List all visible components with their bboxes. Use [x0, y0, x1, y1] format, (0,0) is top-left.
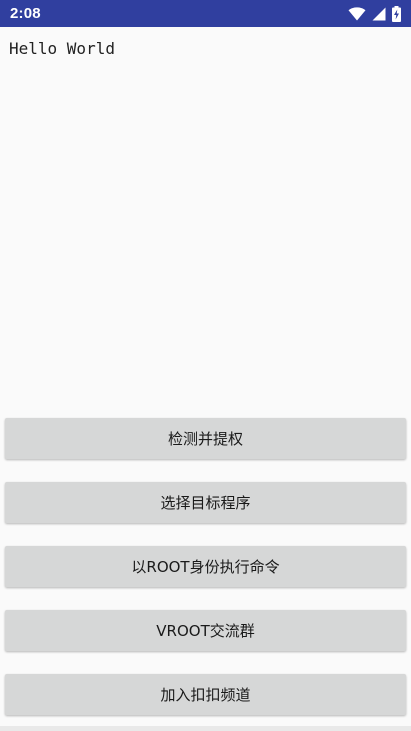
bottom-edge-divider: [0, 726, 411, 731]
main-content: Hello World 检测并提权 选择目标程序 以ROOT身份执行命令 VRO…: [0, 27, 411, 731]
status-time: 2:08: [10, 5, 41, 22]
hello-world-text: Hello World: [9, 39, 115, 58]
run-command-as-root-button[interactable]: 以ROOT身份执行命令: [5, 546, 406, 587]
select-target-app-button[interactable]: 选择目标程序: [5, 482, 406, 523]
detect-and-root-button[interactable]: 检测并提权: [5, 418, 406, 459]
status-icons: [348, 5, 401, 22]
status-bar: 2:08: [0, 0, 411, 27]
vroot-group-button[interactable]: VROOT交流群: [5, 610, 406, 651]
battery-charging-icon: [392, 5, 401, 22]
join-qq-channel-button[interactable]: 加入扣扣频道: [5, 674, 406, 715]
wifi-icon: [348, 6, 366, 21]
signal-icon: [372, 7, 386, 21]
